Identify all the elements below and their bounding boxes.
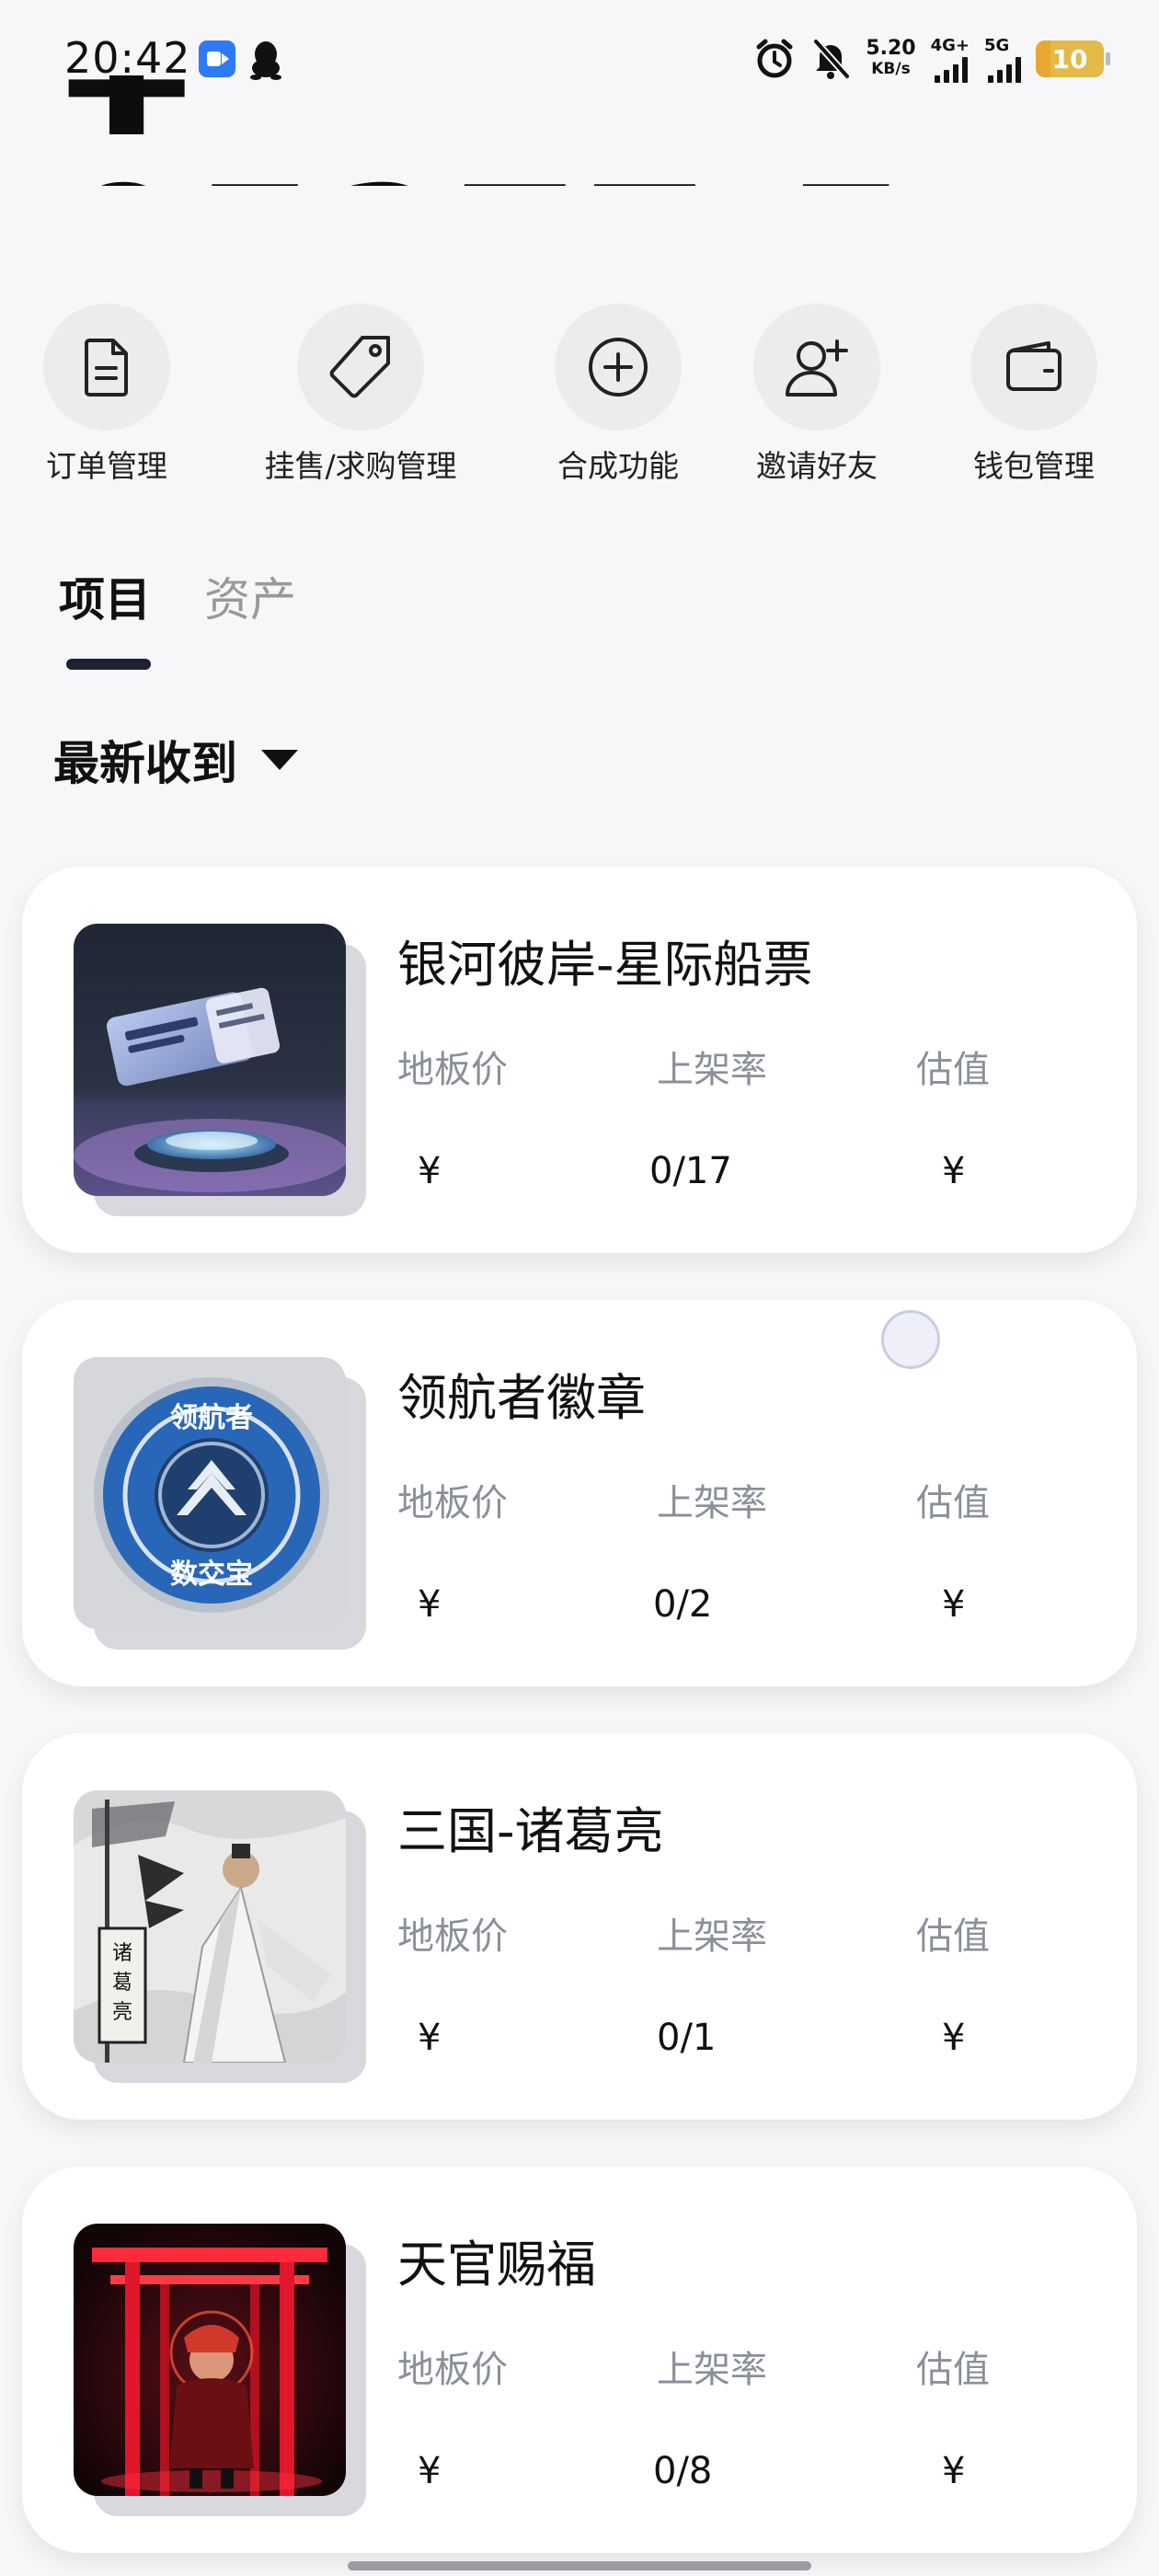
network-type-2: 5G bbox=[984, 35, 1010, 55]
item-card[interactable]: 天官赐福 地板价 上架率 估值 ¥ 0/8 ¥ bbox=[22, 2167, 1137, 2553]
action-label: 合成功能 bbox=[557, 448, 679, 484]
tab-bar: 项目 资产 bbox=[59, 563, 296, 629]
action-label: 挂售/求购管理 bbox=[264, 448, 457, 484]
speed-value: 5.20 bbox=[866, 37, 916, 60]
app-screen: 20:42 5.20 KB/s 4G+ 5G 10 订单管理 挂售/求购管理 合… bbox=[0, 0, 1159, 2576]
signal-icon bbox=[934, 55, 968, 83]
video-icon bbox=[199, 40, 235, 77]
tab-assets[interactable]: 资产 bbox=[204, 563, 296, 629]
listing-rate-label: 上架率 bbox=[657, 1915, 767, 1958]
network-speed: 5.20 KB/s bbox=[866, 39, 915, 79]
tab-projects[interactable]: 项目 bbox=[59, 563, 151, 629]
home-indicator[interactable] bbox=[348, 2561, 811, 2570]
document-icon bbox=[43, 304, 170, 431]
floor-price-value: ¥ bbox=[418, 1150, 442, 1192]
item-title: 银河彼岸-星际船票 bbox=[397, 936, 813, 994]
caret-down-icon bbox=[261, 750, 298, 770]
svg-text:葛: 葛 bbox=[112, 1972, 132, 1995]
wallet-icon bbox=[970, 304, 1097, 431]
floor-price-label: 地板价 bbox=[397, 1915, 508, 1958]
network-type-1: 4G+ bbox=[930, 35, 970, 55]
floor-price-label: 地板价 bbox=[397, 1482, 508, 1524]
floor-price-value: ¥ bbox=[418, 2017, 442, 2059]
badge-image: 领航者 数交宝 bbox=[74, 1357, 346, 1629]
listing-rate-value: 0/17 bbox=[649, 1150, 732, 1192]
alarm-icon bbox=[756, 39, 793, 78]
valuation-value: ¥ bbox=[942, 2450, 966, 2492]
floor-price-value: ¥ bbox=[418, 2450, 442, 2492]
wallet-management-button[interactable]: 钱包管理 bbox=[924, 304, 1144, 486]
plus-circle-icon bbox=[555, 304, 682, 431]
order-management-button[interactable]: 订单管理 bbox=[0, 304, 217, 486]
listing-rate-label: 上架率 bbox=[657, 2349, 767, 2391]
torii-image bbox=[74, 2224, 346, 2496]
item-title: 天官赐福 bbox=[397, 2236, 596, 2294]
banner-text: 诸 bbox=[112, 1942, 132, 1965]
valuation-label: 估值 bbox=[916, 1049, 990, 1091]
active-tab-indicator bbox=[66, 659, 151, 670]
battery-icon: 10 bbox=[1036, 40, 1110, 77]
valuation-value: ¥ bbox=[942, 2017, 966, 2059]
floor-price-label: 地板价 bbox=[397, 2349, 508, 2391]
battery-level: 10 bbox=[1051, 43, 1088, 75]
listing-rate-value: 0/1 bbox=[657, 2017, 717, 2059]
listing-rate-value: 0/8 bbox=[653, 2450, 713, 2492]
tag-icon bbox=[297, 304, 424, 431]
quick-actions: 订单管理 挂售/求购管理 合成功能 邀请好友 钱包管理 bbox=[0, 304, 1159, 488]
zhuge-image: 诸 葛 亮 bbox=[74, 1790, 346, 2063]
mute-icon bbox=[813, 39, 851, 79]
signal-group-2: 5G bbox=[984, 36, 1021, 83]
valuation-label: 估值 bbox=[916, 2349, 990, 2391]
action-label: 邀请好友 bbox=[756, 448, 878, 484]
listing-rate-value: 0/2 bbox=[653, 1583, 713, 1626]
badge-top-text: 领航者 bbox=[170, 1402, 253, 1434]
item-card[interactable]: 银河彼岸-星际船票 地板价 上架率 估值 ¥ 0/17 ¥ bbox=[22, 867, 1137, 1253]
item-title: 三国-诸葛亮 bbox=[397, 1802, 664, 1860]
item-title: 领航者徽章 bbox=[397, 1369, 646, 1427]
valuation-label: 估值 bbox=[916, 1482, 990, 1524]
item-card[interactable]: 领航者 数交宝 领航者徽章 地板价 上架率 估值 ¥ 0/2 ¥ bbox=[22, 1300, 1137, 1686]
floor-price-label: 地板价 bbox=[397, 1049, 508, 1091]
balance-amount: ¥ 95277.50 bbox=[63, 75, 890, 186]
synthesis-button[interactable]: 合成功能 bbox=[508, 304, 729, 486]
valuation-label: 估值 bbox=[916, 1915, 990, 1958]
listing-rate-label: 上架率 bbox=[657, 1049, 767, 1091]
action-label: 钱包管理 bbox=[973, 448, 1095, 484]
balance-text: ¥ 95277.50 bbox=[63, 75, 890, 186]
signal-icon-2 bbox=[988, 55, 1021, 83]
sort-dropdown[interactable]: 最新收到 bbox=[53, 727, 298, 793]
listing-rate-label: 上架率 bbox=[657, 1482, 767, 1524]
item-card[interactable]: 诸 葛 亮 三国-诸葛亮 地板价 上架率 估值 ¥ 0/1 ¥ bbox=[22, 1733, 1137, 2120]
svg-text:亮: 亮 bbox=[112, 2001, 132, 2024]
floor-price-value: ¥ bbox=[418, 1583, 442, 1626]
badge-bottom-text: 数交宝 bbox=[170, 1558, 253, 1591]
add-user-icon bbox=[753, 304, 880, 431]
valuation-value: ¥ bbox=[942, 1150, 966, 1192]
listing-management-button[interactable]: 挂售/求购管理 bbox=[250, 304, 471, 486]
valuation-value: ¥ bbox=[942, 1583, 966, 1626]
action-label: 订单管理 bbox=[46, 448, 167, 484]
ticket-image bbox=[74, 924, 346, 1196]
touch-indicator bbox=[881, 1310, 940, 1369]
sort-label: 最新收到 bbox=[53, 737, 237, 790]
signal-group-1: 4G+ bbox=[931, 36, 970, 83]
invite-friends-button[interactable]: 邀请好友 bbox=[706, 304, 927, 486]
